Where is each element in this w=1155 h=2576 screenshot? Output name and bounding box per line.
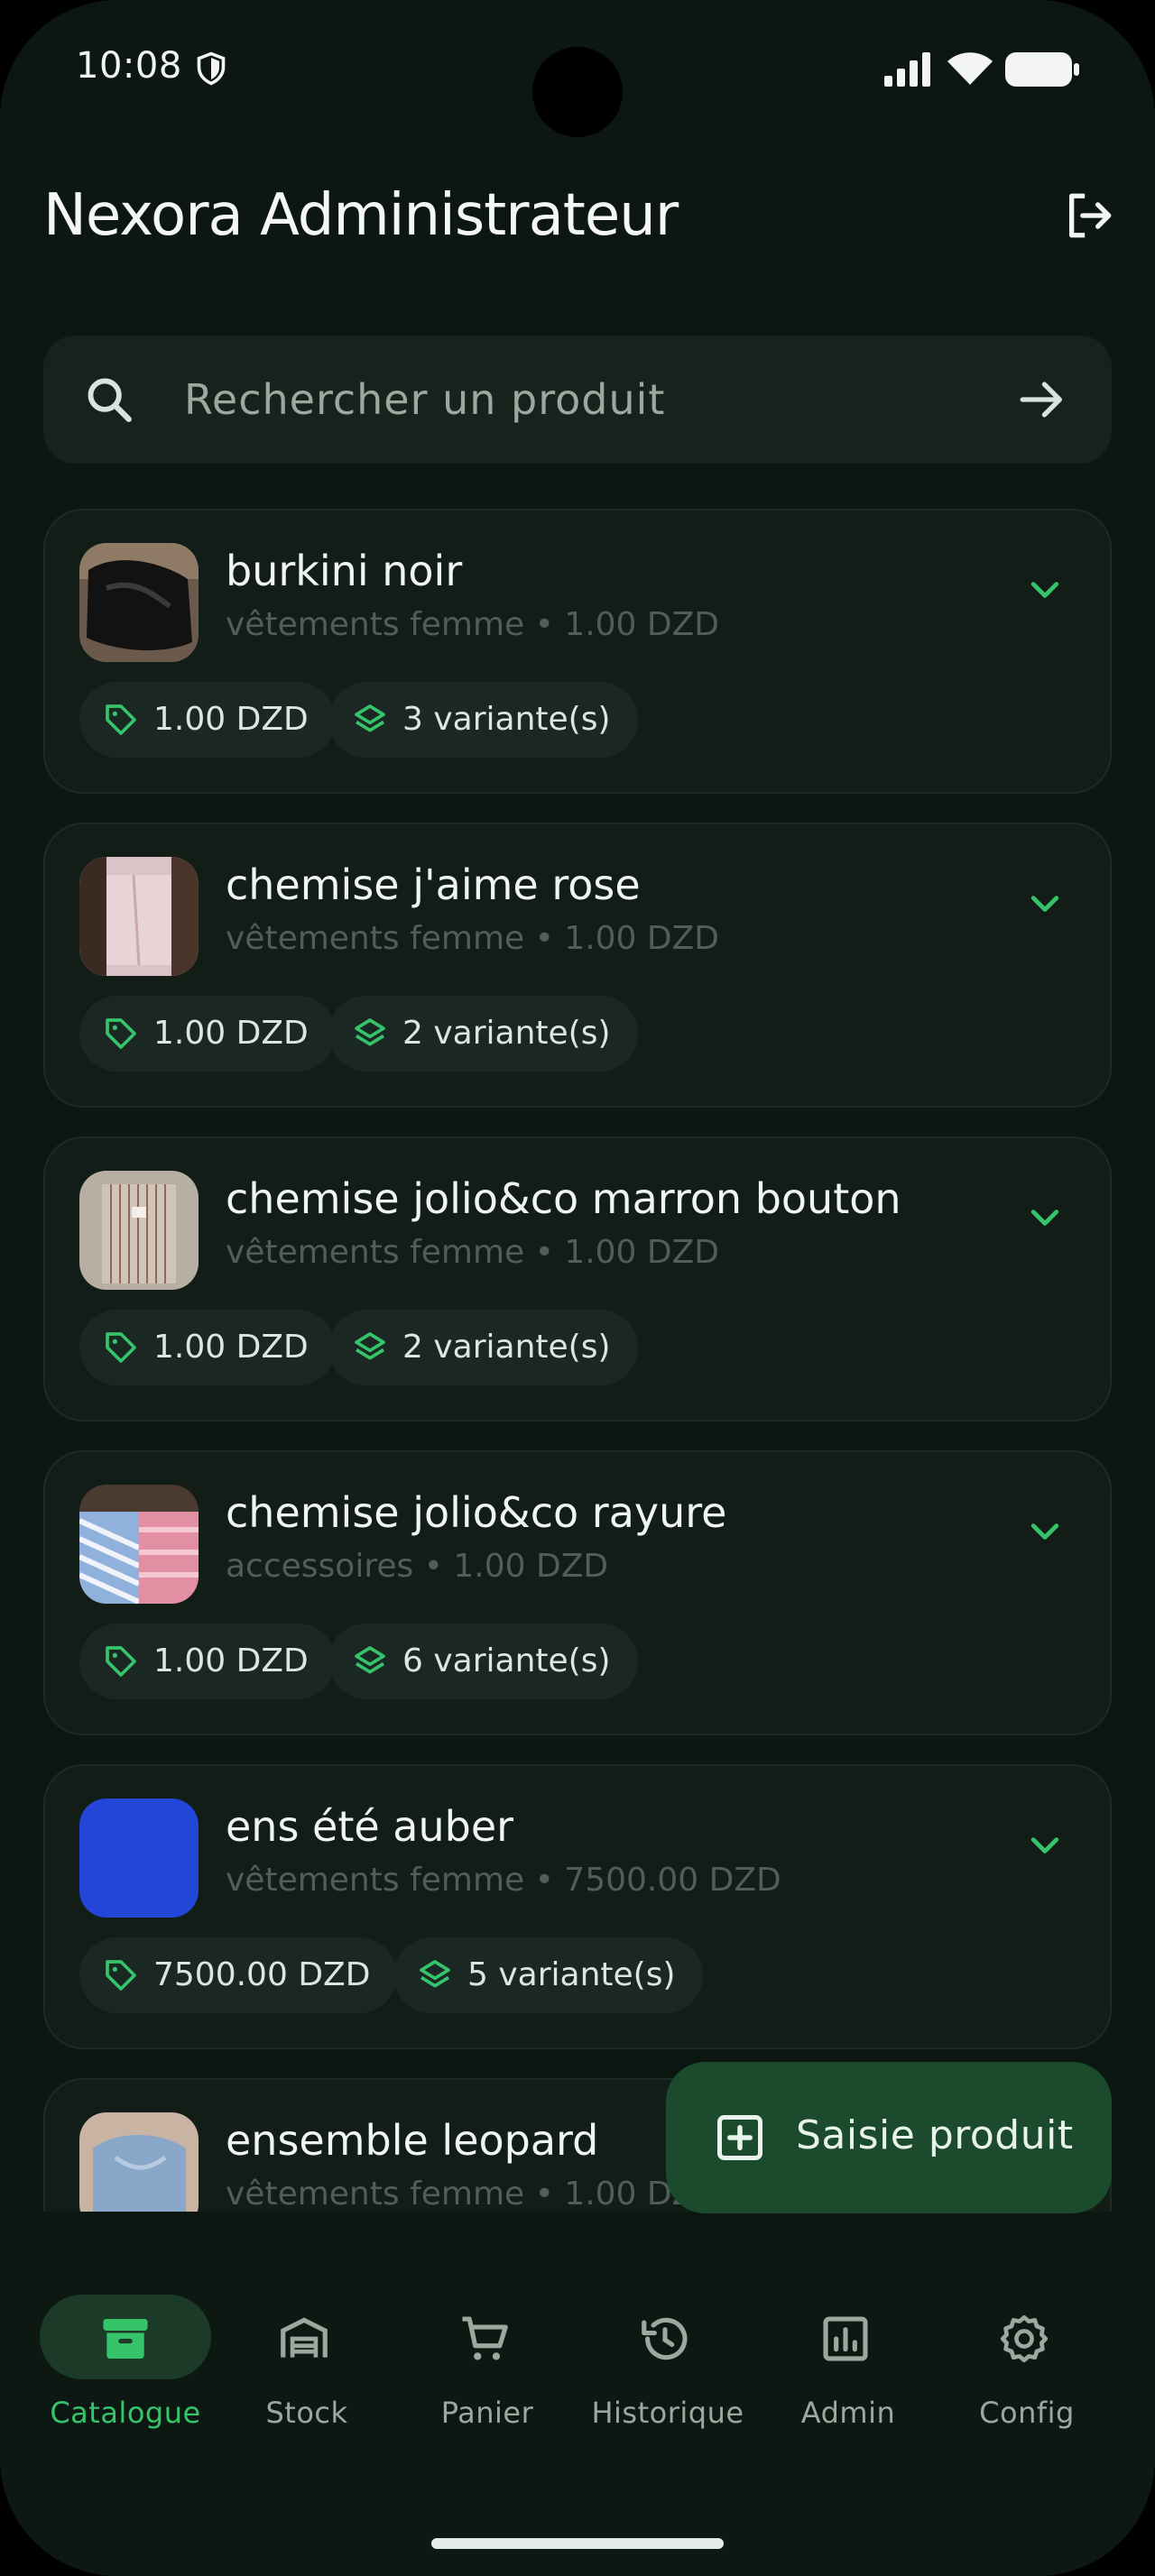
layers-icon (355, 704, 385, 732)
cart-icon (462, 2316, 508, 2360)
product-subtitle: vêtements femme • 1.00 DZD (226, 2176, 719, 2212)
history-icon (642, 2317, 688, 2360)
variants-count: 5 variante(s) (467, 1956, 676, 1993)
variants-count: 2 variante(s) (402, 1329, 611, 1366)
price-value: 1.00 DZD (153, 1642, 309, 1679)
price-value: 1.00 DZD (153, 1015, 309, 1052)
chevron-down-icon[interactable] (1025, 1198, 1065, 1237)
signal-icon (884, 52, 930, 87)
status-bar: 10:08 (0, 0, 1155, 144)
tag-icon (106, 1646, 136, 1677)
wifi-icon (947, 52, 993, 85)
chevron-down-icon[interactable] (1025, 884, 1065, 924)
price-value: 7500.00 DZD (153, 1956, 371, 1993)
product-subtitle: vêtements femme • 7500.00 DZD (226, 1862, 781, 1899)
product-thumbnail (79, 857, 199, 976)
price-chip: 1.00 DZD (79, 1310, 336, 1385)
analytics-icon (823, 2316, 868, 2361)
product-card[interactable]: ens été auber vêtements femme • 7500.00 … (43, 1764, 1112, 2049)
tag-icon (106, 704, 136, 735)
product-thumbnail (79, 1171, 199, 1290)
status-time: 10:08 (76, 45, 182, 87)
tag-icon (106, 1960, 136, 1991)
arrow-right-icon[interactable] (1016, 373, 1068, 426)
product-card[interactable]: chemise j'aime rose vêtements femme • 1.… (43, 823, 1112, 1108)
home-indicator[interactable] (431, 2538, 724, 2549)
product-name: burkini noir (226, 547, 463, 595)
price-chip: 1.00 DZD (79, 682, 336, 758)
nav-label: Stock (265, 2396, 348, 2430)
variants-chip: 2 variante(s) (328, 996, 638, 1072)
product-list: burkini noir vêtements femme • 1.00 DZD … (43, 509, 1112, 2212)
add-box-icon (717, 2115, 762, 2160)
variants-chip: 3 variante(s) (328, 682, 638, 758)
product-name: chemise j'aime rose (226, 860, 641, 909)
product-thumbnail (79, 1799, 199, 1918)
nav-label: Historique (591, 2396, 744, 2430)
product-subtitle: vêtements femme • 1.00 DZD (226, 920, 719, 957)
nav-stock[interactable]: Stock (217, 2295, 397, 2439)
search-bar[interactable] (43, 336, 1112, 464)
layers-icon (355, 1332, 385, 1360)
logout-icon[interactable] (1063, 189, 1115, 242)
layers-icon (355, 1646, 385, 1674)
chevron-down-icon[interactable] (1025, 570, 1065, 610)
product-name: ens été auber (226, 1802, 514, 1851)
variants-chip: 5 variante(s) (393, 1937, 703, 2013)
price-chip: 1.00 DZD (79, 1624, 336, 1699)
price-value: 1.00 DZD (153, 701, 309, 738)
variants-chip: 6 variante(s) (328, 1624, 638, 1699)
product-name: chemise jolio&co rayure (226, 1488, 727, 1537)
layers-icon (355, 1018, 385, 1046)
nav-historique[interactable]: Historique (578, 2295, 758, 2439)
nav-config[interactable]: Config (937, 2295, 1117, 2439)
gear-icon (1000, 2314, 1049, 2363)
price-chip: 1.00 DZD (79, 996, 336, 1072)
variants-count: 2 variante(s) (402, 1015, 611, 1052)
layers-icon (420, 1960, 450, 1988)
search-input[interactable] (184, 366, 1014, 433)
product-card[interactable]: chemise jolio&co rayure accessoires • 1.… (43, 1450, 1112, 1735)
warehouse-icon (281, 2317, 328, 2358)
shield-icon (197, 51, 226, 86)
nav-label: Catalogue (50, 2396, 201, 2430)
archive-box-icon (103, 2319, 148, 2359)
nav-label: Config (979, 2396, 1075, 2430)
battery-icon (1005, 52, 1079, 87)
nav-admin[interactable]: Admin (758, 2295, 938, 2439)
nav-label: Admin (800, 2396, 896, 2430)
product-name: chemise jolio&co marron bouton (226, 1174, 901, 1223)
app-screen: 10:08 Nexora Administrateur Rechercher u… (0, 0, 1155, 2576)
bottom-navigation: Catalogue Stock Panier Historique Admin … (0, 2219, 1155, 2576)
product-card[interactable]: chemise jolio&co marron bouton vêtements… (43, 1136, 1112, 1421)
chevron-down-icon[interactable] (1025, 1826, 1065, 1865)
price-value: 1.00 DZD (153, 1329, 309, 1366)
product-thumbnail (79, 543, 199, 662)
product-subtitle: accessoires • 1.00 DZD (226, 1548, 609, 1585)
product-name: ensemble leopard (226, 2116, 599, 2165)
add-product-button[interactable]: Saisie produit (666, 2062, 1112, 2213)
product-subtitle: vêtements femme • 1.00 DZD (226, 1234, 719, 1271)
price-chip: 7500.00 DZD (79, 1937, 398, 2013)
tag-icon (106, 1018, 136, 1049)
app-title: Nexora Administrateur (43, 182, 679, 249)
search-icon (88, 378, 132, 422)
camera-cutout (532, 47, 623, 137)
nav-panier[interactable]: Panier (397, 2295, 578, 2439)
product-thumbnail (79, 1485, 199, 1604)
chevron-down-icon[interactable] (1025, 1512, 1065, 1551)
tag-icon (106, 1332, 136, 1363)
add-product-label: Saisie produit (796, 2112, 1074, 2158)
product-card[interactable]: burkini noir vêtements femme • 1.00 DZD … (43, 509, 1112, 794)
nav-label: Panier (440, 2396, 534, 2430)
variants-chip: 2 variante(s) (328, 1310, 638, 1385)
nav-catalogue[interactable]: Catalogue (40, 2295, 220, 2439)
variants-count: 6 variante(s) (402, 1642, 611, 1679)
product-subtitle: vêtements femme • 1.00 DZD (226, 606, 719, 643)
variants-count: 3 variante(s) (402, 701, 611, 738)
product-thumbnail (79, 2112, 199, 2212)
